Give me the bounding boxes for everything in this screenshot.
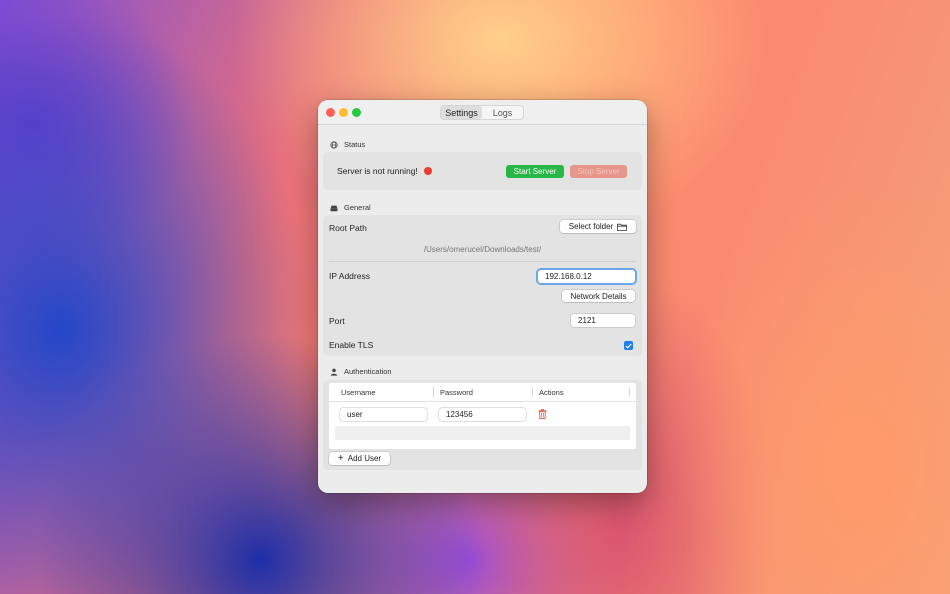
auth-section-header: Authentication	[330, 367, 392, 376]
general-section-header: General	[330, 203, 371, 212]
folder-icon	[617, 223, 628, 231]
start-server-button[interactable]: Start Server	[506, 165, 564, 178]
hard-drive-icon	[330, 205, 338, 211]
select-folder-label: Select folder	[568, 222, 614, 231]
select-folder-button[interactable]: Select folder	[560, 220, 636, 233]
status-indicator	[423, 167, 432, 175]
column-header-username[interactable]: Username	[341, 388, 376, 397]
enable-tls-checkbox[interactable]	[624, 341, 633, 350]
root-path-value: /Users/omerucel/Downloads/test/	[423, 245, 542, 254]
ip-address-input[interactable]: 192.168.0.12	[538, 270, 635, 283]
table-header: Username Password Actions	[329, 383, 636, 402]
title-bar: Settings Logs	[318, 100, 647, 125]
users-table: Username Password Actions user 123456	[329, 383, 636, 449]
auth-card: Username Password Actions user 123456 + …	[323, 380, 642, 470]
divider	[329, 261, 636, 262]
root-path-label: Root Path	[329, 223, 367, 233]
ip-address-label: IP Address	[329, 271, 370, 281]
minimize-window-button[interactable]	[339, 108, 348, 117]
close-window-button[interactable]	[326, 108, 335, 117]
checkmark-icon	[625, 343, 632, 349]
status-section-title: Status	[344, 140, 366, 149]
network-details-button[interactable]: Network Details	[562, 290, 635, 302]
stop-server-button[interactable]: Stop Server	[570, 165, 627, 178]
tab-logs[interactable]: Logs	[482, 106, 523, 119]
column-header-actions[interactable]: Actions	[539, 388, 564, 397]
enable-tls-label: Enable TLS	[329, 340, 374, 350]
status-section-header: Status	[330, 140, 365, 149]
tab-bar: Settings Logs	[440, 105, 524, 120]
person-icon	[330, 368, 338, 376]
general-card: Root Path Select folder /Users/omerucel/…	[323, 215, 642, 356]
plus-icon: +	[337, 452, 344, 464]
port-label: Port	[329, 316, 345, 326]
column-separator	[629, 387, 630, 397]
column-separator	[532, 387, 533, 397]
status-card: Server is not running! Start Server Stop…	[323, 152, 642, 190]
app-window: Settings Logs Status Server is not runni…	[318, 100, 647, 493]
password-input[interactable]: 123456	[439, 408, 526, 421]
tab-settings[interactable]: Settings	[441, 106, 482, 119]
add-user-button[interactable]: + Add User	[329, 452, 390, 465]
empty-table-row	[335, 426, 630, 440]
column-separator	[433, 387, 434, 397]
server-status-message: Server is not running!	[337, 166, 418, 176]
column-header-password[interactable]: Password	[440, 388, 473, 397]
auth-section-title: Authentication	[344, 367, 392, 376]
general-section-title: General	[344, 203, 371, 212]
maximize-window-button[interactable]	[352, 108, 361, 117]
globe-icon	[330, 140, 338, 149]
trash-icon[interactable]	[538, 409, 547, 419]
username-input[interactable]: user	[340, 408, 427, 421]
add-user-label: Add User	[347, 454, 382, 463]
port-input[interactable]: 2121	[571, 314, 635, 327]
server-status: Server is not running!	[337, 166, 432, 176]
